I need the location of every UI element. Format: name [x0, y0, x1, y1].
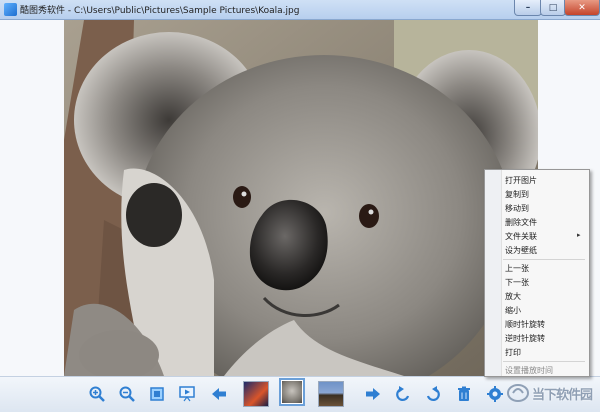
- menu-separator: [503, 361, 585, 362]
- koala-photo: [64, 20, 538, 376]
- menu-item-move-to[interactable]: 移动到: [505, 203, 529, 214]
- menu-icon-column: [485, 170, 502, 376]
- minimize-button[interactable]: –: [514, 0, 542, 16]
- menu-item-zoom-out[interactable]: 缩小: [505, 305, 521, 316]
- menu-separator: [503, 259, 585, 260]
- title-bar: 酷图秀软件 - C:\Users\Public\Pictures\Sample …: [0, 0, 600, 20]
- settings-icon[interactable]: [486, 385, 504, 403]
- close-button[interactable]: ✕: [564, 0, 600, 16]
- zoom-out-icon[interactable]: [118, 385, 136, 403]
- next-arrow-icon[interactable]: [364, 385, 382, 403]
- prev-arrow-icon[interactable]: [210, 385, 228, 403]
- thumbnail-koala[interactable]: [279, 378, 305, 406]
- watermark-logo-icon: [507, 384, 529, 402]
- thumbnail-lighthouse[interactable]: [318, 381, 344, 407]
- fit-window-icon[interactable]: [148, 385, 166, 403]
- watermark-text: 当下软件园: [532, 387, 593, 403]
- menu-item-delete-file[interactable]: 删除文件: [505, 217, 537, 228]
- watermark: 当下软件园: [507, 381, 593, 405]
- rotate-right-icon[interactable]: [424, 385, 442, 403]
- zoom-in-icon[interactable]: [88, 385, 106, 403]
- app-icon: [4, 3, 17, 16]
- menu-item-set-wallpaper[interactable]: 设为壁纸: [505, 245, 537, 256]
- menu-item-rotate-counterclockwise[interactable]: 逆时针旋转: [505, 333, 545, 344]
- maximize-button[interactable]: □: [540, 0, 566, 16]
- window-title: 酷图秀软件 - C:\Users\Public\Pictures\Sample …: [20, 6, 300, 16]
- menu-item-set-play-time[interactable]: 设置播放时间: [505, 365, 553, 376]
- menu-item-zoom-in[interactable]: 放大: [505, 291, 521, 302]
- menu-item-rotate-clockwise[interactable]: 顺时针旋转: [505, 319, 545, 330]
- menu-item-previous[interactable]: 上一张: [505, 263, 529, 274]
- submenu-arrow-icon: ▸: [577, 231, 581, 239]
- thumbnail-jellyfish[interactable]: [243, 381, 269, 407]
- rotate-left-icon[interactable]: [394, 385, 412, 403]
- delete-icon[interactable]: [455, 385, 473, 403]
- menu-item-open-image[interactable]: 打开图片: [505, 175, 537, 186]
- menu-item-print[interactable]: 打印: [505, 347, 521, 358]
- menu-item-next[interactable]: 下一张: [505, 277, 529, 288]
- context-menu: 打开图片 复制到 移动到 删除文件 文件关联 ▸ 设为壁纸 上一张 下一张 放大…: [484, 169, 590, 377]
- slideshow-icon[interactable]: [178, 385, 196, 403]
- menu-item-copy-to[interactable]: 复制到: [505, 189, 529, 200]
- menu-item-file-association[interactable]: 文件关联: [505, 231, 537, 242]
